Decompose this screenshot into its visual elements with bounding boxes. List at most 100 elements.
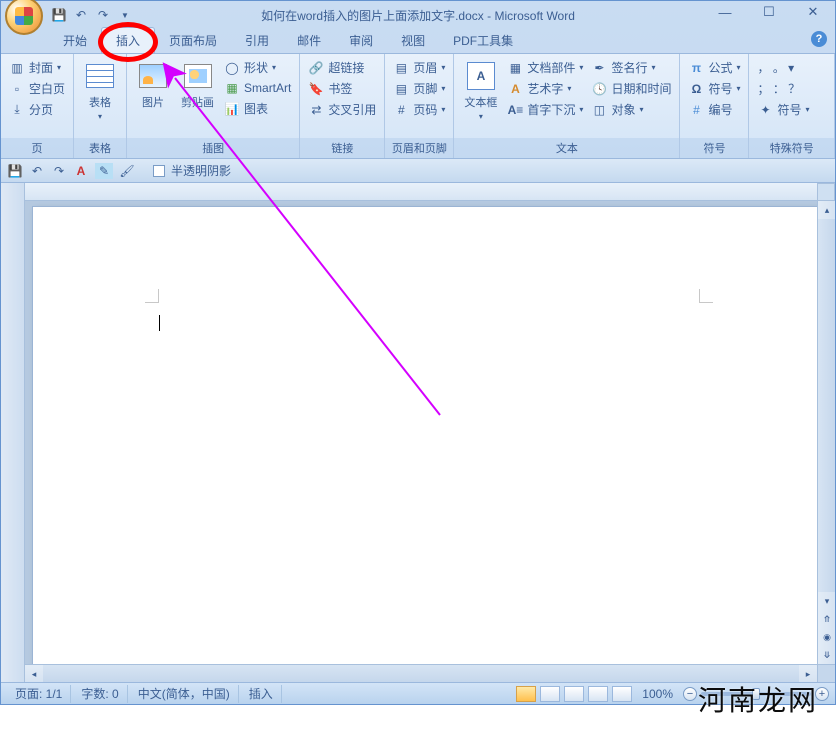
group-text-label: 文本 bbox=[454, 138, 679, 158]
group-header-footer: ▤页眉 ▾ ▤页脚 ▾ #页码 ▾ 页眉和页脚 bbox=[385, 54, 454, 158]
page-break-button[interactable]: ⤓分页 bbox=[7, 100, 67, 119]
table-icon bbox=[84, 60, 116, 92]
clipart-button[interactable]: 剪贴画 bbox=[177, 58, 218, 112]
redo-icon[interactable]: ↷ bbox=[95, 7, 111, 23]
group-pages: ▥封面 ▾ ▫空白页 ⤓分页 页 bbox=[1, 54, 74, 158]
picture-button[interactable]: 图片 bbox=[133, 58, 173, 112]
crossref-button[interactable]: ⇄交叉引用 bbox=[306, 100, 378, 119]
header-button[interactable]: ▤页眉 ▾ bbox=[391, 58, 447, 77]
chart-icon: 📊 bbox=[224, 101, 240, 117]
object-button[interactable]: ◫对象 ▾ bbox=[589, 100, 673, 119]
punct-row2[interactable]: ； ： ？ bbox=[755, 79, 811, 98]
tab-review[interactable]: 审阅 bbox=[335, 28, 387, 53]
special-symbol-button[interactable]: ✦符号 ▾ bbox=[755, 100, 811, 119]
word-count[interactable]: 字数: 0 bbox=[73, 685, 127, 703]
print-layout-view[interactable] bbox=[516, 686, 536, 702]
draft-view[interactable] bbox=[612, 686, 632, 702]
symbol-icon: Ω bbox=[688, 81, 704, 97]
smartart-button[interactable]: ▦SmartArt bbox=[222, 79, 293, 97]
dropcap-icon: A≡ bbox=[507, 102, 523, 118]
zoom-level[interactable]: 100% bbox=[642, 687, 673, 701]
tab-insert[interactable]: 插入 bbox=[101, 27, 155, 53]
scroll-up-icon[interactable]: ▴ bbox=[818, 201, 835, 219]
header-icon: ▤ bbox=[393, 60, 409, 76]
qat-dropdown-icon[interactable]: ▼ bbox=[117, 7, 133, 23]
font-color-icon[interactable]: A bbox=[73, 163, 89, 179]
undo-icon[interactable]: ↶ bbox=[73, 7, 89, 23]
close-button[interactable]: ✕ bbox=[791, 1, 835, 23]
chart-button[interactable]: 📊图表 bbox=[222, 99, 293, 118]
group-illustrations: 图片 剪贴画 ◯形状 ▾ ▦SmartArt 📊图表 插图 bbox=[127, 54, 300, 158]
cover-page-button[interactable]: ▥封面 ▾ bbox=[7, 58, 67, 77]
help-icon[interactable]: ? bbox=[811, 31, 827, 47]
tab-references[interactable]: 引用 bbox=[231, 28, 283, 53]
scroll-down-icon[interactable]: ▾ bbox=[818, 592, 835, 610]
secondary-toolbar: 💾 ↶ ↷ A ✎ 🖌 半透明阴影 bbox=[1, 159, 835, 183]
page-break-icon: ⤓ bbox=[9, 102, 25, 118]
vertical-scrollbar[interactable]: ▴ ▾ ⤊ ◉ ⤋ bbox=[817, 201, 835, 664]
footer-button[interactable]: ▤页脚 ▾ bbox=[391, 79, 447, 98]
signature-icon: ✒ bbox=[591, 60, 607, 76]
sigline-button[interactable]: ✒签名行 ▾ bbox=[589, 58, 673, 77]
tab-mailings[interactable]: 邮件 bbox=[283, 28, 335, 53]
tab-pdf[interactable]: PDF工具集 bbox=[439, 28, 527, 53]
shapes-button[interactable]: ◯形状 ▾ bbox=[222, 58, 293, 77]
undo-icon[interactable]: ↶ bbox=[29, 163, 45, 179]
tab-layout[interactable]: 页面布局 bbox=[155, 28, 231, 53]
dropdown-arrow-icon: ▾ bbox=[479, 112, 483, 121]
maximize-button[interactable]: ☐ bbox=[747, 1, 791, 23]
browse-object-icon[interactable]: ◉ bbox=[818, 628, 835, 646]
translucent-checkbox[interactable] bbox=[153, 165, 165, 177]
group-links: 🔗超链接 🔖书签 ⇄交叉引用 链接 bbox=[300, 54, 385, 158]
table-button[interactable]: 表格 ▾ bbox=[80, 58, 120, 123]
ruler-toggle-button[interactable] bbox=[817, 183, 835, 201]
prev-page-icon[interactable]: ⤊ bbox=[818, 610, 835, 628]
symbol-button[interactable]: Ω符号 ▾ bbox=[686, 79, 742, 98]
tab-view[interactable]: 视图 bbox=[387, 28, 439, 53]
group-tables-label: 表格 bbox=[74, 138, 126, 158]
vertical-ruler[interactable] bbox=[1, 183, 25, 682]
group-tables: 表格 ▾ 表格 bbox=[74, 54, 127, 158]
next-page-icon[interactable]: ⤋ bbox=[818, 646, 835, 664]
zoom-out-button[interactable]: − bbox=[683, 687, 697, 701]
web-layout-view[interactable] bbox=[564, 686, 584, 702]
textbox-button[interactable]: A 文本框 ▾ bbox=[460, 58, 501, 123]
insert-mode[interactable]: 插入 bbox=[241, 685, 282, 703]
save-icon[interactable]: 💾 bbox=[7, 163, 23, 179]
minimize-button[interactable]: — bbox=[703, 1, 747, 23]
group-links-label: 链接 bbox=[300, 138, 384, 158]
page[interactable] bbox=[33, 207, 823, 677]
bookmark-button[interactable]: 🔖书签 bbox=[306, 79, 378, 98]
dropdown-arrow-icon: ▾ bbox=[98, 112, 102, 121]
tab-home[interactable]: 开始 bbox=[49, 28, 101, 53]
equation-button[interactable]: π公式 ▾ bbox=[686, 58, 742, 77]
punct-row1[interactable]: ， 。 ▾ bbox=[755, 58, 811, 77]
outline-view[interactable] bbox=[588, 686, 608, 702]
pagenum-button[interactable]: #页码 ▾ bbox=[391, 100, 447, 119]
horizontal-ruler[interactable] bbox=[25, 183, 817, 201]
crossref-icon: ⇄ bbox=[308, 102, 324, 118]
titlebar: 💾 ↶ ↷ ▼ 如何在word插入的图片上面添加文字.docx - Micros… bbox=[1, 1, 835, 29]
datetime-button[interactable]: 🕓日期和时间 bbox=[589, 79, 673, 98]
quickparts-button[interactable]: ▦文档部件 ▾ bbox=[505, 58, 585, 77]
quick-access-toolbar: 💾 ↶ ↷ ▼ bbox=[51, 7, 133, 23]
redo-icon[interactable]: ↷ bbox=[51, 163, 67, 179]
ribbon: ▥封面 ▾ ▫空白页 ⤓分页 页 表格 ▾ 表格 图片 bbox=[1, 53, 835, 159]
ribbon-tabs: 开始 插入 页面布局 引用 邮件 审阅 视图 PDF工具集 ? bbox=[1, 29, 835, 53]
wordart-button[interactable]: A艺术字 ▾ bbox=[505, 79, 585, 98]
page-count[interactable]: 页面: 1/1 bbox=[7, 685, 71, 703]
fullscreen-view[interactable] bbox=[540, 686, 560, 702]
highlight-icon[interactable]: ✎ bbox=[95, 163, 113, 179]
hyperlink-button[interactable]: 🔗超链接 bbox=[306, 58, 378, 77]
group-special-symbols: ， 。 ▾ ； ： ？ ✦符号 ▾ 特殊符号 bbox=[749, 54, 835, 158]
watermark: 河南龙网 bbox=[698, 679, 818, 719]
blank-page-button[interactable]: ▫空白页 bbox=[7, 79, 67, 98]
scrollbar-corner bbox=[817, 664, 835, 682]
hyperlink-icon: 🔗 bbox=[308, 60, 324, 76]
language[interactable]: 中文(简体，中国) bbox=[130, 685, 239, 703]
number-button[interactable]: #编号 bbox=[686, 100, 742, 119]
brush-icon[interactable]: 🖌 bbox=[119, 163, 135, 179]
scroll-left-icon[interactable]: ◂ bbox=[25, 665, 43, 682]
save-icon[interactable]: 💾 bbox=[51, 7, 67, 23]
dropcap-button[interactable]: A≡首字下沉 ▾ bbox=[505, 100, 585, 119]
